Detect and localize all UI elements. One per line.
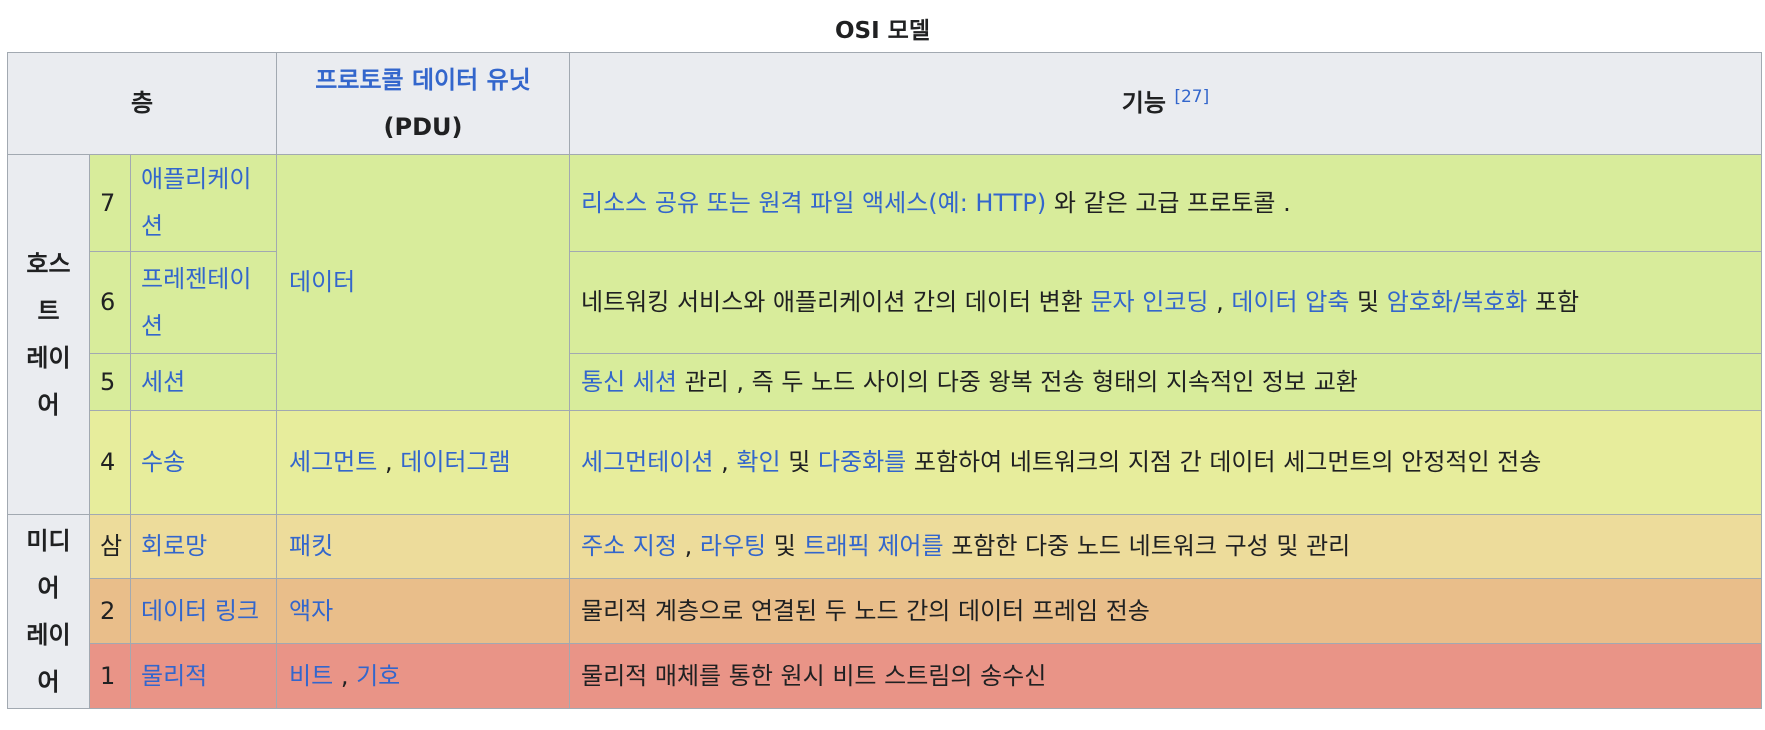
pdu-link[interactable]: 프로토콜 데이터 유닛 — [315, 66, 530, 94]
layer-function: 주소 지정 , 라우팅 및 트래픽 제어를 포함한 다중 노드 네트워크 구성 … — [569, 514, 1763, 579]
layer-number: 6 — [89, 251, 131, 354]
header-pdu: 프로토콜 데이터 유닛 (PDU) — [276, 52, 571, 155]
osi-model-table: 층 프로토콜 데이터 유닛 (PDU) 기능 [27] 호스 트 레이 어 7 … — [6, 52, 1763, 709]
table-caption: OSI 모델 — [834, 18, 930, 44]
table-row-layer-4: 4 수송 세그먼트 , 데이터그램 세그먼테이션 , 확인 및 다중화를 포함하… — [7, 410, 1763, 515]
layer-function: 네트워킹 서비스와 애플리케이션 간의 데이터 변환 문자 인코딩 , 데이터 … — [569, 251, 1763, 354]
table-row-layer-2: 2 데이터 링크 액자 물리적 계층으로 연결된 두 노드 간의 데이터 프레임… — [7, 578, 1763, 644]
function-label: 기능 — [1121, 89, 1166, 117]
host-layers-label: 호스 트 레이 어 — [7, 154, 90, 515]
layer-name-link[interactable]: 수송 — [129, 410, 278, 515]
layer-function: 물리적 매체를 통한 원시 비트 스트림의 송수신 — [569, 643, 1763, 709]
layer-number: 5 — [89, 353, 131, 411]
layer-number: 1 — [89, 643, 131, 709]
function-ref-link[interactable]: [27] — [1174, 87, 1209, 107]
pdu-data: 데이터 — [276, 154, 571, 411]
layer-name-link[interactable]: 데이터 링크 — [129, 578, 278, 644]
layer-number: 삼 — [89, 514, 131, 579]
pdu-cell: 비트 , 기호 — [276, 643, 571, 709]
table-row-layer-3: 미디 어 레이 어 삼 회로망 패킷 주소 지정 , 라우팅 및 트래픽 제어를… — [7, 514, 1763, 709]
layer-name-link[interactable]: 회로망 — [129, 514, 278, 579]
pdu-cell: 패킷 — [276, 514, 571, 579]
header-row: 층 프로토콜 데이터 유닛 (PDU) 기능 [27] — [6, 52, 1763, 155]
layer-function: 리소스 공유 또는 원격 파일 액세스(예: HTTP) 와 같은 고급 프로토… — [569, 154, 1763, 252]
pdu-abbr: (PDU) — [383, 112, 463, 141]
table-row-layer-1: 1 물리적 비트 , 기호 물리적 매체를 통한 원시 비트 스트림의 송수신 — [7, 643, 1763, 709]
table-row-layer-5: 5 세션 통신 세션 관리 , 즉 두 노드 사이의 다중 왕복 전송 형태의 … — [7, 353, 1763, 411]
layer-number: 4 — [89, 410, 131, 515]
layer-name-link[interactable]: 애플리케이 션 — [129, 154, 278, 252]
layer-function: 통신 세션 관리 , 즉 두 노드 사이의 다중 왕복 전송 형태의 지속적인 … — [569, 353, 1763, 411]
layer-name-link[interactable]: 물리적 — [129, 643, 278, 709]
pdu-cell: 액자 — [276, 578, 571, 644]
layer-function: 물리적 계층으로 연결된 두 노드 간의 데이터 프레임 전송 — [569, 578, 1763, 644]
header-function: 기능 [27] — [569, 52, 1763, 155]
table-row-layer-7: 호스 트 레이 어 7 애플리케이 션 데이터 리소스 공유 또는 원격 파일 … — [7, 154, 1763, 515]
media-layers-label: 미디 어 레이 어 — [7, 514, 90, 709]
layer-function: 세그먼테이션 , 확인 및 다중화를 포함하여 네트워크의 지점 간 데이터 세… — [569, 410, 1763, 515]
layer-name-link[interactable]: 세션 — [129, 353, 278, 411]
header-layer: 층 — [6, 52, 278, 155]
pdu-cell: 세그먼트 , 데이터그램 — [276, 410, 571, 515]
pdu-data-link[interactable]: 데이터 — [289, 268, 355, 296]
table-row-layer-6: 6 프레젠테이 션 네트워킹 서비스와 애플리케이션 간의 데이터 변환 문자 … — [7, 251, 1763, 354]
layer-number: 7 — [89, 154, 131, 252]
layer-name-link[interactable]: 프레젠테이 션 — [129, 251, 278, 354]
layer-number: 2 — [89, 578, 131, 644]
